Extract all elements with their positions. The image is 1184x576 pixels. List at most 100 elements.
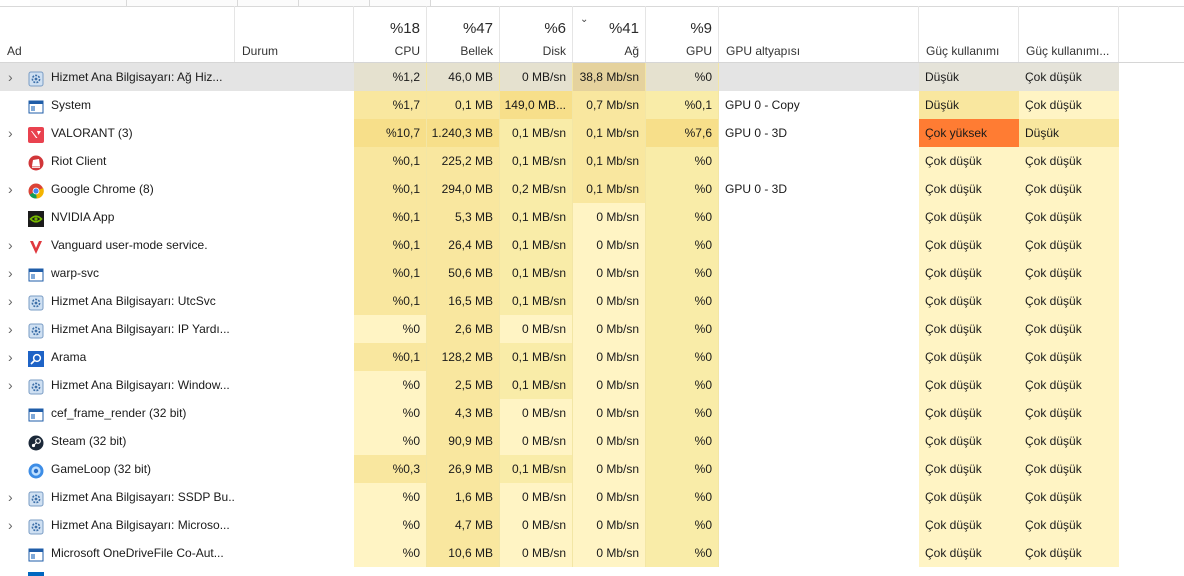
- process-status-cell: [235, 119, 354, 147]
- process-row[interactable]: Microsoft OneDriveFile Co-Aut... %0 10,6 M…: [0, 539, 1184, 567]
- column-label-network: Ağ: [624, 44, 639, 58]
- column-header-power-trend[interactable]: Güç kullanımı...: [1019, 6, 1119, 62]
- process-name-cell: Microsoft OneDriveFile Co-Aut...: [0, 539, 235, 567]
- process-name: GameLoop (32 bit): [51, 462, 152, 476]
- gpu-cell: %0: [646, 63, 719, 91]
- gpu-engine-cell: [719, 511, 919, 539]
- process-status-cell: [235, 455, 354, 483]
- network-cell: 0 Mb/sn: [573, 483, 646, 511]
- gear-icon: [28, 489, 44, 507]
- process-row[interactable]: › Hizmet Ana Bilgisayarı: Ağ Hiz... %1,2 46…: [0, 63, 1184, 91]
- gpu-engine-cell: [719, 287, 919, 315]
- process-row[interactable]: › Vanguard user-mode service. %0,1 26,4 MB 0…: [0, 231, 1184, 259]
- memory-cell: 2,5 MB: [427, 371, 500, 399]
- cpu-cell: %0: [354, 539, 427, 567]
- gpu-engine-cell: GPU 0 - 3D: [725, 126, 788, 140]
- process-row[interactable]: › Hizmet Ana Bilgisayarı: Window... %0 2,5 …: [0, 371, 1184, 399]
- process-row[interactable]: GameLoop (32 bit) %0,3 26,9 MB 0,1 MB/sn 0 M…: [0, 455, 1184, 483]
- process-name-cell: › Hizmet Ana Bilgisayarı: Window...: [0, 371, 235, 399]
- expand-chevron-icon[interactable]: ›: [8, 231, 18, 259]
- column-header-gpu[interactable]: %9 GPU: [646, 6, 719, 62]
- gpu-total-percent: %9: [690, 20, 712, 37]
- process-name-cell: Riot Client: [0, 147, 235, 175]
- cpu-cell: %1,7: [354, 91, 427, 119]
- column-header-name[interactable]: Ad: [0, 6, 235, 62]
- expand-chevron-icon[interactable]: ›: [8, 287, 18, 315]
- process-row[interactable]: › Hizmet Ana Bilgisayarı: SSDP Bu... %0 1,6…: [0, 483, 1184, 511]
- expand-chevron-icon[interactable]: ›: [8, 259, 18, 287]
- gpu-engine-cell: GPU 0 - 3D: [725, 182, 788, 196]
- memory-cell: 0,1 MB: [427, 91, 500, 119]
- process-name: Google Chrome (8): [51, 182, 154, 196]
- search-icon: [28, 349, 44, 367]
- gpu-cell: %0: [646, 175, 719, 203]
- network-cell: 0 Mb/sn: [573, 231, 646, 259]
- column-label-disk: Disk: [542, 44, 566, 58]
- process-row[interactable]: Steam (32 bit) %0 90,9 MB 0 MB/sn 0 Mb/sn %0 Ç…: [0, 427, 1184, 455]
- process-name: Hizmet Ana Bilgisayarı: UtcSvc: [51, 294, 216, 308]
- network-cell: 0 Mb/sn: [573, 203, 646, 231]
- process-status-cell: [235, 175, 354, 203]
- process-row[interactable]: NVIDIA App %0,1 5,3 MB 0,1 MB/sn 0 Mb/sn %0 Ço…: [0, 203, 1184, 231]
- memory-cell: 225,2 MB: [427, 147, 500, 175]
- power-trend-cell: Çok düşük: [1019, 539, 1119, 567]
- column-header-power[interactable]: Güç kullanımı: [919, 6, 1019, 62]
- process-row[interactable]: › Hizmet Ana Bilgisayarı: UtcSvc %0,1 16,5 …: [0, 287, 1184, 315]
- process-status-cell: [235, 63, 354, 91]
- expand-chevron-icon[interactable]: ›: [8, 371, 18, 399]
- process-row[interactable]: › Arama %0,1 128,2 MB 0,1 MB/sn 0 Mb/sn %0 Çok …: [0, 343, 1184, 371]
- gpu-engine-cell: [719, 539, 919, 567]
- process-row[interactable]: cef_frame_render (32 bit) %0 4,3 MB 0 MB/sn…: [0, 399, 1184, 427]
- process-name-cell: › Arama: [0, 343, 235, 371]
- expand-chevron-icon[interactable]: ›: [8, 175, 18, 203]
- process-name: VALORANT (3): [51, 126, 133, 140]
- process-row[interactable]: › warp-svc %0,1 50,6 MB 0,1 MB/sn 0 Mb/sn %0 Ço…: [0, 259, 1184, 287]
- gpu-cell: %0: [646, 483, 719, 511]
- expand-chevron-icon[interactable]: ›: [8, 315, 18, 343]
- process-row[interactable]: › Google Chrome (8) %0,1 294,0 MB 0,2 MB/sn 0…: [0, 175, 1184, 203]
- column-header-memory[interactable]: %47 Bellek: [427, 6, 500, 62]
- disk-cell: 0,1 MB/sn: [500, 259, 573, 287]
- memory-cell: 46,0 MB: [427, 63, 500, 91]
- gpu-cell: %0,1: [646, 91, 719, 119]
- process-name: Microsoft OneDriveFile Co-Aut...: [51, 546, 224, 560]
- expand-chevron-icon[interactable]: ›: [8, 63, 18, 91]
- process-row[interactable]: System %1,7 0,1 MB 149,0 MB... 0,7 Mb/sn %0,1…: [0, 91, 1184, 119]
- expand-chevron-icon[interactable]: ›: [8, 343, 18, 371]
- network-cell: 0,1 Mb/sn: [573, 175, 646, 203]
- column-header-network[interactable]: ⌄ %41 Ağ: [573, 6, 646, 62]
- valorant-icon: [28, 125, 44, 143]
- process-row[interactable]: › Hizmet Ana Bilgisayarı: Microso... %0 4,7…: [0, 511, 1184, 539]
- disk-cell: 0,1 MB/sn: [500, 231, 573, 259]
- cpu-cell: %0,1: [354, 147, 427, 175]
- column-header-disk[interactable]: %6 Disk: [500, 6, 573, 62]
- network-cell: 0 Mb/sn: [573, 315, 646, 343]
- column-header-gpu-engine[interactable]: GPU altyapısı: [719, 6, 919, 62]
- system-window-icon: [28, 405, 44, 422]
- column-header-status[interactable]: Durum: [235, 6, 354, 62]
- expand-chevron-icon[interactable]: ›: [8, 511, 18, 539]
- process-name: Hizmet Ana Bilgisayarı: Window...: [51, 378, 230, 392]
- expand-chevron-icon[interactable]: ›: [8, 483, 18, 511]
- process-status-cell: [235, 511, 354, 539]
- gpu-cell: %0: [646, 315, 719, 343]
- power-usage-cell: Çok düşük: [919, 427, 1019, 455]
- process-name: Hizmet Ana Bilgisayarı: Ağ Hiz...: [51, 70, 223, 84]
- network-cell: 0 Mb/sn: [573, 539, 646, 567]
- gear-icon: [28, 69, 44, 87]
- cpu-cell: %0: [354, 483, 427, 511]
- process-row[interactable]: › VALORANT (3) %10,7 1.240,3 MB 0,1 MB/sn 0,1…: [0, 119, 1184, 147]
- column-header-cpu[interactable]: %18 CPU: [354, 6, 427, 62]
- process-row[interactable]: › Hizmet Ana Bilgisayarı: IP Yardı... %0 2,…: [0, 315, 1184, 343]
- column-label-cpu: CPU: [394, 44, 420, 58]
- process-row[interactable]: Riot Client %0,1 225,2 MB 0,1 MB/sn 0,1 Mb/s…: [0, 147, 1184, 175]
- cpu-cell: %0,1: [354, 231, 427, 259]
- gpu-engine-cell: [719, 147, 919, 175]
- memory-cell: 4,3 MB: [427, 399, 500, 427]
- memory-cell: 294,0 MB: [427, 175, 500, 203]
- expand-chevron-icon[interactable]: ›: [8, 119, 18, 147]
- network-cell: 0 Mb/sn: [573, 511, 646, 539]
- process-status-cell: [235, 539, 354, 567]
- power-trend-cell: Çok düşük: [1019, 175, 1119, 203]
- disk-cell: 0 MB/sn: [500, 511, 573, 539]
